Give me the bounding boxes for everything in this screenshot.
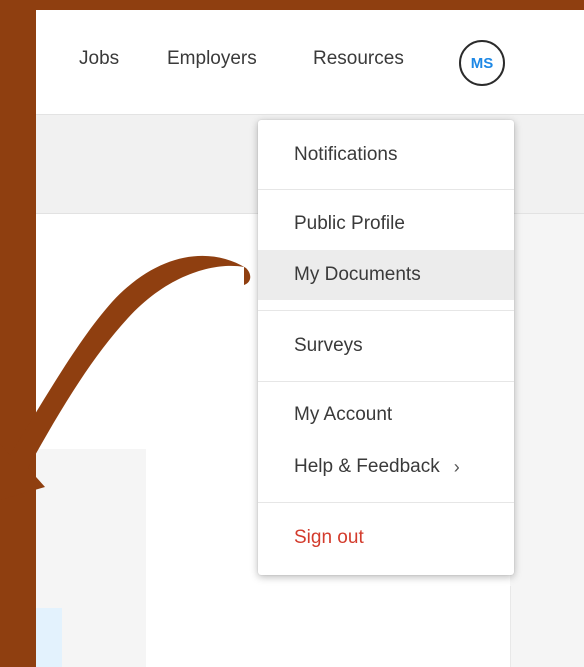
menu-item-sign-out[interactable]: Sign out [258,513,514,563]
menu-item-label: Notifications [294,144,398,165]
menu-item-label: My Documents [294,264,421,285]
top-navigation-bar: Jobs Employers Resources MS [36,10,584,115]
menu-divider [258,189,514,190]
menu-item-label: My Account [294,404,393,425]
user-account-dropdown-menu: Notifications Public Profile My Document… [258,120,514,575]
menu-item-surveys[interactable]: Surveys [258,321,514,371]
menu-divider [258,381,514,382]
menu-item-label: Help & Feedback [294,456,440,477]
menu-item-my-account[interactable]: My Account [258,390,514,440]
menu-item-my-documents[interactable]: My Documents [258,250,514,300]
avatar-initials: MS [470,54,494,72]
user-avatar-button[interactable]: MS [459,40,505,86]
menu-item-public-profile[interactable]: Public Profile [258,199,514,249]
menu-divider [258,310,514,311]
right-gutter [510,214,584,667]
menu-item-help-feedback[interactable]: Help & Feedback › [258,442,514,492]
menu-item-notifications[interactable]: Notifications [258,130,514,180]
nav-link-jobs[interactable]: Jobs [79,48,119,70]
chevron-right-icon: › [453,456,460,477]
menu-divider [258,502,514,503]
menu-item-label: Public Profile [294,213,405,234]
nav-link-employers[interactable]: Employers [167,48,257,70]
nav-link-resources[interactable]: Resources [313,48,404,70]
menu-item-label: Surveys [294,335,363,356]
content-card [146,586,511,667]
menu-item-label: Sign out [294,527,364,548]
highlighted-card [36,608,62,667]
